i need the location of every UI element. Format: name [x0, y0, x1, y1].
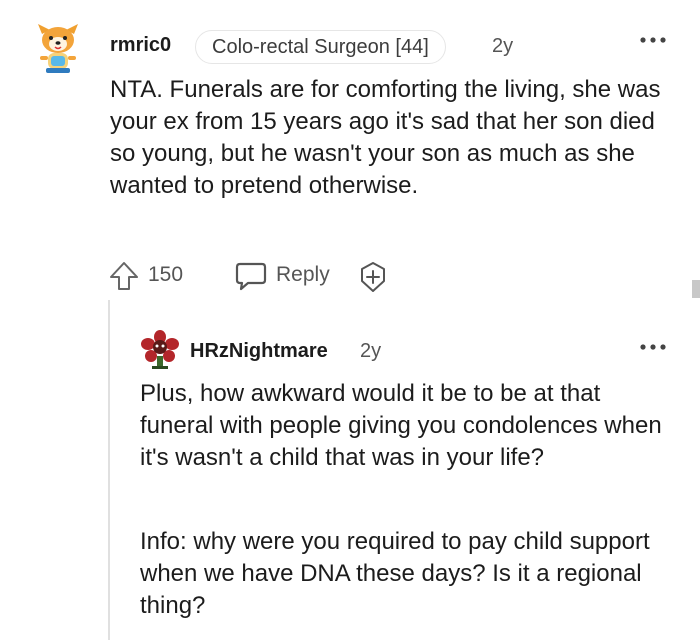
thread-line[interactable]: [108, 300, 110, 640]
flower-avatar-icon[interactable]: [140, 330, 180, 370]
upvote-arrow-icon[interactable]: [108, 260, 140, 292]
reply-paragraph: Plus, how awkward would it be to be at t…: [140, 380, 662, 471]
reply-age: 2y: [360, 340, 382, 362]
comment-username[interactable]: rmric0: [110, 34, 171, 57]
dog-avatar-icon[interactable]: [34, 22, 82, 76]
award-plus-icon[interactable]: [357, 261, 389, 293]
scrollbar-thumb[interactable]: [692, 280, 700, 298]
comment-age: 2y: [492, 35, 514, 57]
reply-bubble-icon[interactable]: [234, 261, 268, 291]
vote-score: 150: [148, 263, 184, 286]
reply-paragraph: Info: why were you required to pay child…: [140, 528, 650, 619]
reply-username[interactable]: HRzNightmare: [190, 340, 328, 363]
more-options-icon[interactable]: [638, 337, 668, 357]
reply-button[interactable]: Reply: [276, 263, 330, 287]
comment-body: NTA. Funerals are for comforting the liv…: [110, 76, 661, 199]
user-flair: Colo-rectal Surgeon [44]: [195, 30, 446, 64]
more-options-icon[interactable]: [638, 30, 668, 50]
